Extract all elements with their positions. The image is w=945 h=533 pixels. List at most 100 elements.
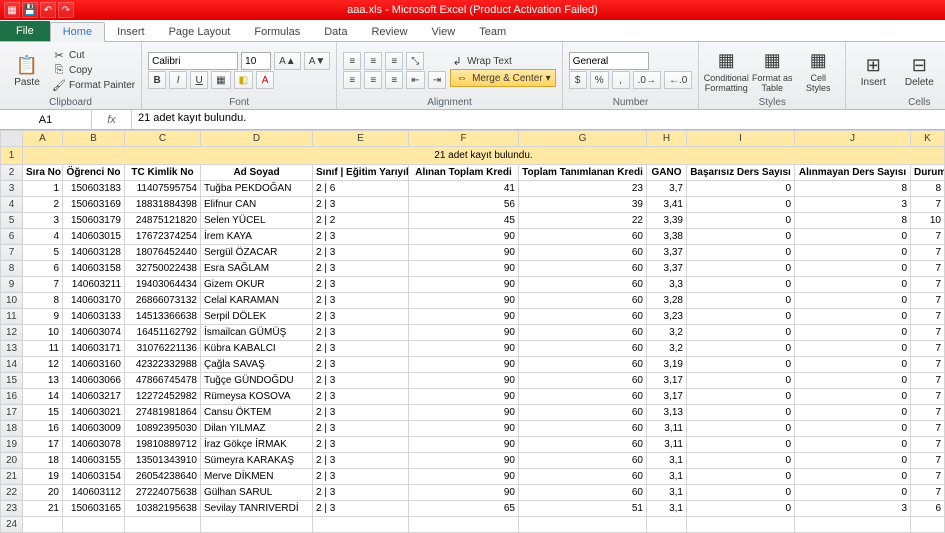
cell[interactable] — [647, 517, 687, 533]
cell[interactable]: 60 — [519, 293, 647, 309]
row-header[interactable]: 3 — [1, 181, 23, 197]
cell[interactable]: 2 — [23, 197, 63, 213]
cell[interactable]: 140603021 — [63, 405, 125, 421]
row-header[interactable]: 20 — [1, 453, 23, 469]
header-cell[interactable]: Sıra No — [23, 165, 63, 181]
cell[interactable]: Celal KARAMAN — [201, 293, 313, 309]
table-row[interactable]: 121014060307416451162792İsmailcan GÜMÜŞ2… — [1, 325, 945, 341]
cell[interactable]: Cansu ÖKTEM — [201, 405, 313, 421]
header-cell[interactable]: GANO — [647, 165, 687, 181]
cell[interactable]: 6 — [23, 261, 63, 277]
row-header[interactable]: 16 — [1, 389, 23, 405]
table-row[interactable]: 222014060311227224075638Gülhan SARUL2 | … — [1, 485, 945, 501]
cell[interactable]: 0 — [795, 405, 911, 421]
cell[interactable]: 140603155 — [63, 453, 125, 469]
cell[interactable]: 47866745478 — [125, 373, 201, 389]
cell[interactable]: 90 — [409, 437, 519, 453]
cell[interactable]: 60 — [519, 245, 647, 261]
cell[interactable]: 16 — [23, 421, 63, 437]
cell[interactable]: 0 — [687, 325, 795, 341]
cell[interactable]: 90 — [409, 341, 519, 357]
cell[interactable]: 0 — [687, 213, 795, 229]
cell[interactable]: 19 — [23, 469, 63, 485]
row-header[interactable]: 23 — [1, 501, 23, 517]
header-cell[interactable]: Başarısız Ders Sayısı — [687, 165, 795, 181]
cell[interactable]: 8 — [795, 213, 911, 229]
cell[interactable]: 140603128 — [63, 245, 125, 261]
increase-indent-button[interactable]: ⇥ — [428, 71, 446, 89]
row-header[interactable]: 5 — [1, 213, 23, 229]
cell[interactable]: 3,38 — [647, 229, 687, 245]
cell[interactable]: 60 — [519, 229, 647, 245]
bold-button[interactable]: B — [148, 71, 166, 89]
row-header[interactable]: 7 — [1, 245, 23, 261]
cell[interactable]: 7 — [911, 261, 945, 277]
cell[interactable]: 60 — [519, 469, 647, 485]
row-header[interactable]: 1 — [1, 147, 23, 165]
cell[interactable]: 3 — [23, 213, 63, 229]
cell[interactable]: 0 — [687, 437, 795, 453]
cell[interactable]: 2 | 3 — [313, 389, 409, 405]
col-header[interactable]: B — [63, 131, 125, 147]
cell[interactable]: 31076221136 — [125, 341, 201, 357]
cell[interactable]: 16451162792 — [125, 325, 201, 341]
cell[interactable]: 0 — [795, 261, 911, 277]
cell[interactable]: 7 — [911, 341, 945, 357]
row-header[interactable]: 4 — [1, 197, 23, 213]
cell[interactable]: 18831884398 — [125, 197, 201, 213]
cell[interactable] — [519, 517, 647, 533]
cell[interactable]: 140603015 — [63, 229, 125, 245]
align-top-button[interactable]: ≡ — [343, 52, 361, 70]
cell[interactable]: Tuğba PEKDOĞAN — [201, 181, 313, 197]
number-format-select[interactable] — [569, 52, 649, 70]
cell[interactable]: 0 — [687, 501, 795, 517]
cell[interactable]: Sevilay TANRIVERDİ — [201, 501, 313, 517]
cell[interactable]: 90 — [409, 357, 519, 373]
row-header[interactable]: 9 — [1, 277, 23, 293]
row-header[interactable]: 13 — [1, 341, 23, 357]
font-color-button[interactable]: A — [256, 71, 274, 89]
wrap-text-button[interactable]: ↲Wrap Text — [450, 54, 556, 68]
cell[interactable]: 2 | 3 — [313, 325, 409, 341]
copy-button[interactable]: ⎘Copy — [52, 64, 135, 78]
col-header[interactable]: I — [687, 131, 795, 147]
cell[interactable] — [795, 517, 911, 533]
cell[interactable]: 0 — [795, 277, 911, 293]
col-header[interactable]: C — [125, 131, 201, 147]
cell[interactable]: 0 — [795, 245, 911, 261]
header-cell[interactable]: Alınmayan Ders Sayısı — [795, 165, 911, 181]
cell[interactable]: 0 — [687, 293, 795, 309]
tab-home[interactable]: Home — [50, 22, 105, 42]
cell[interactable]: 150603165 — [63, 501, 125, 517]
cell[interactable]: Gizem OKUR — [201, 277, 313, 293]
cell[interactable]: 6 — [911, 501, 945, 517]
cell[interactable]: 0 — [795, 389, 911, 405]
header-cell[interactable]: Toplam Tanımlanan Kredi — [519, 165, 647, 181]
cell[interactable]: 32750022438 — [125, 261, 201, 277]
cell[interactable]: 1 — [23, 181, 63, 197]
cell[interactable]: 10382195638 — [125, 501, 201, 517]
header-cell[interactable]: Öğrenci No — [63, 165, 125, 181]
cell[interactable]: Selen YÜCEL — [201, 213, 313, 229]
align-center-button[interactable]: ≡ — [364, 71, 382, 89]
border-button[interactable]: ▦ — [211, 71, 230, 89]
cell[interactable]: 0 — [687, 229, 795, 245]
table-row[interactable]: 6414060301517672374254İrem KAYA2 | 39060… — [1, 229, 945, 245]
cell[interactable]: 60 — [519, 325, 647, 341]
cell[interactable]: 2 | 3 — [313, 501, 409, 517]
cell[interactable]: 10892395030 — [125, 421, 201, 437]
table-row[interactable]: 5315060317924875121820Selen YÜCEL2 | 245… — [1, 213, 945, 229]
cell[interactable]: 2 | 3 — [313, 357, 409, 373]
cell[interactable]: 26054238640 — [125, 469, 201, 485]
cell[interactable]: Gülhan SARUL — [201, 485, 313, 501]
cell[interactable]: 60 — [519, 309, 647, 325]
cell[interactable]: 3,2 — [647, 341, 687, 357]
cell[interactable]: 60 — [519, 453, 647, 469]
tab-file[interactable]: File — [0, 21, 50, 41]
cell[interactable]: 2 | 3 — [313, 469, 409, 485]
cell[interactable]: 3,37 — [647, 245, 687, 261]
cell[interactable]: Dilan YILMAZ — [201, 421, 313, 437]
cell[interactable]: 24875121820 — [125, 213, 201, 229]
cell[interactable]: 60 — [519, 341, 647, 357]
cell[interactable]: 7 — [911, 197, 945, 213]
